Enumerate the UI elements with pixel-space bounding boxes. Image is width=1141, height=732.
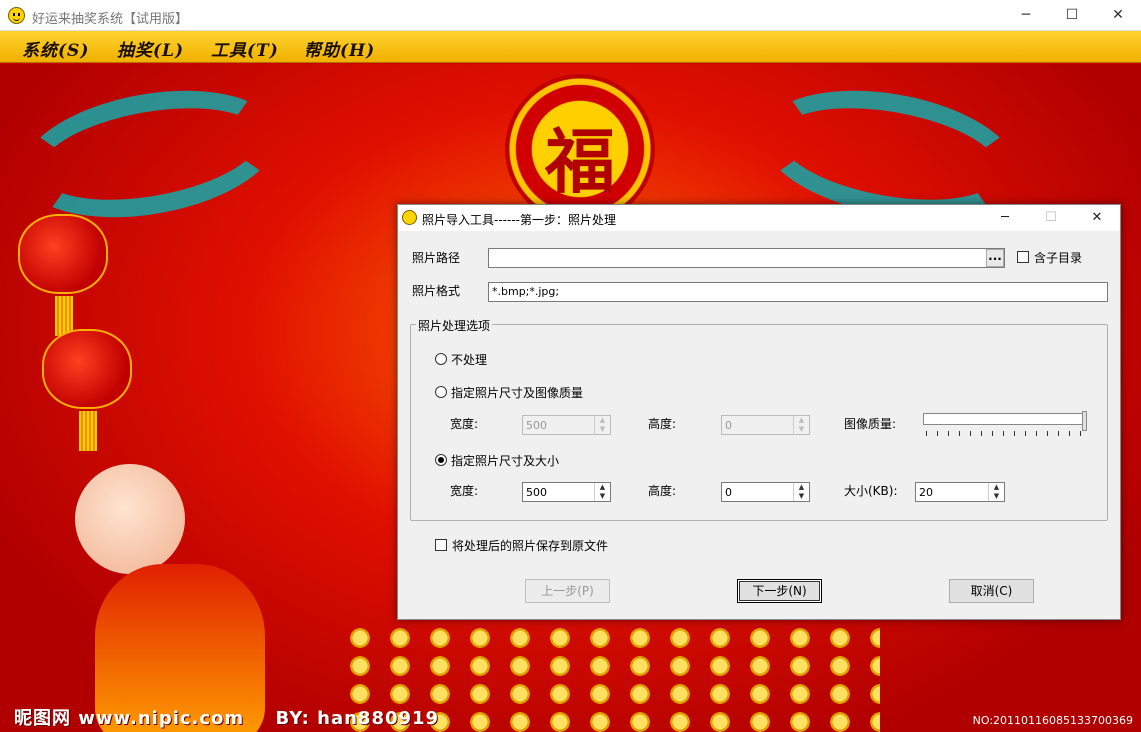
include-subdir-checkbox[interactable] xyxy=(1017,251,1029,263)
watermark-site: 昵图网 www.nipic.com xyxy=(14,708,245,729)
spin-up-icon[interactable]: ▲ xyxy=(595,483,610,492)
image-number: NO:20110116085133700369 xyxy=(972,714,1133,727)
path-label: 照片路径 xyxy=(412,251,461,265)
options-group-title: 照片处理选项 xyxy=(416,317,493,334)
menu-help[interactable]: 帮助(H) xyxy=(304,36,375,61)
sq-width-label: 宽度: xyxy=(450,417,479,431)
cancel-button[interactable]: 取消(C) xyxy=(949,579,1034,603)
sq-height-label: 高度: xyxy=(648,417,677,431)
quality-slider-track[interactable] xyxy=(923,413,1087,425)
dialog-title: 照片导入工具------第一步：照片处理 xyxy=(422,213,616,227)
dialog-titlebar: 照片导入工具------第一步：照片处理 ─ ☐ ✕ xyxy=(398,205,1120,231)
sf-width-label: 宽度: xyxy=(450,484,479,498)
sf-size-value: 20 xyxy=(919,486,933,499)
save-original-checkbox[interactable] xyxy=(435,539,447,551)
quality-slider-thumb[interactable] xyxy=(1082,411,1087,431)
spin-down-icon[interactable]: ▼ xyxy=(989,492,1004,501)
menu-lottery[interactable]: 抽奖(L) xyxy=(117,36,184,61)
sf-size-spinner[interactable]: 20 ▲ ▼ xyxy=(915,482,1005,502)
dragon-left-image xyxy=(11,72,289,236)
sq-width-value: 500 xyxy=(526,419,547,432)
opt-none-label: 不处理 xyxy=(451,353,488,367)
smiley-icon xyxy=(8,7,25,24)
format-input[interactable]: *.bmp;*.jpg; xyxy=(488,282,1108,302)
spin-down-icon: ▼ xyxy=(798,425,805,433)
dialog-minimize-button[interactable]: ─ xyxy=(982,205,1028,231)
sf-height-label: 高度: xyxy=(648,484,677,498)
close-button[interactable]: ✕ xyxy=(1095,0,1141,31)
spin-down-icon[interactable]: ▼ xyxy=(794,492,809,501)
menu-bar: 系统(S) 抽奖(L) 工具(T) 帮助(H) xyxy=(0,31,1141,63)
sq-height-value: 0 xyxy=(725,419,732,432)
opt-none-radio[interactable] xyxy=(435,353,447,365)
filesize-label: 大小(KB): xyxy=(844,484,898,498)
quality-slider-ticks xyxy=(926,431,1086,436)
sf-width-spinner[interactable]: 500 ▲ ▼ xyxy=(522,482,611,502)
quality-label: 图像质量: xyxy=(844,417,897,431)
spin-up-icon: ▲ xyxy=(798,416,805,424)
menu-tools[interactable]: 工具(T) xyxy=(211,36,279,61)
include-subdir-label: 含子目录 xyxy=(1034,251,1083,265)
lantern-image xyxy=(18,214,108,336)
lantern-image xyxy=(42,329,132,451)
minimize-button[interactable]: ─ xyxy=(1003,0,1049,31)
fu-character: 福 xyxy=(545,120,615,203)
menu-system[interactable]: 系统(S) xyxy=(22,36,89,61)
opt-size-quality-radio[interactable] xyxy=(435,386,447,398)
spin-down-icon[interactable]: ▼ xyxy=(595,492,610,501)
sf-height-spinner[interactable]: 0 ▲ ▼ xyxy=(721,482,810,502)
dialog-close-button[interactable]: ✕ xyxy=(1074,205,1120,231)
browse-button[interactable]: ... xyxy=(986,249,1004,267)
path-input[interactable] xyxy=(488,248,1005,268)
sq-height-spinner: 0 ▲ ▼ xyxy=(721,415,810,435)
dialog-maximize-button: ☐ xyxy=(1045,210,1057,225)
sf-height-value: 0 xyxy=(725,486,732,499)
maximize-button[interactable]: ☐ xyxy=(1049,0,1095,31)
photo-import-dialog: 照片导入工具------第一步：照片处理 ─ ☐ ✕ 照片路径 ... 含子目录… xyxy=(397,204,1121,620)
spin-up-icon: ▲ xyxy=(599,416,606,424)
opt-size-filesize-label: 指定照片尺寸及大小 xyxy=(451,454,560,468)
format-label: 照片格式 xyxy=(412,284,461,298)
spin-up-icon[interactable]: ▲ xyxy=(794,483,809,492)
spin-up-icon[interactable]: ▲ xyxy=(989,483,1004,492)
sf-width-value: 500 xyxy=(526,486,547,499)
spin-down-icon: ▼ xyxy=(599,425,606,433)
main-titlebar: 好运来抽奖系统【试用版】 ─ ☐ ✕ xyxy=(0,0,1141,31)
next-button[interactable]: 下一步(N) xyxy=(737,579,822,603)
boy-head-image xyxy=(75,464,185,574)
save-original-label: 将处理后的照片保存到原文件 xyxy=(452,539,609,553)
prev-button: 上一步(P) xyxy=(525,579,610,603)
watermark: 昵图网 www.nipic.com BY: han880919 xyxy=(14,704,439,730)
window-title: 好运来抽奖系统【试用版】 xyxy=(32,12,189,27)
opt-size-filesize-radio[interactable] xyxy=(435,454,447,466)
opt-size-quality-label: 指定照片尺寸及图像质量 xyxy=(451,386,584,400)
watermark-by: BY: han880919 xyxy=(275,708,440,729)
sq-width-spinner: 500 ▲ ▼ xyxy=(522,415,611,435)
smiley-icon xyxy=(402,210,417,225)
